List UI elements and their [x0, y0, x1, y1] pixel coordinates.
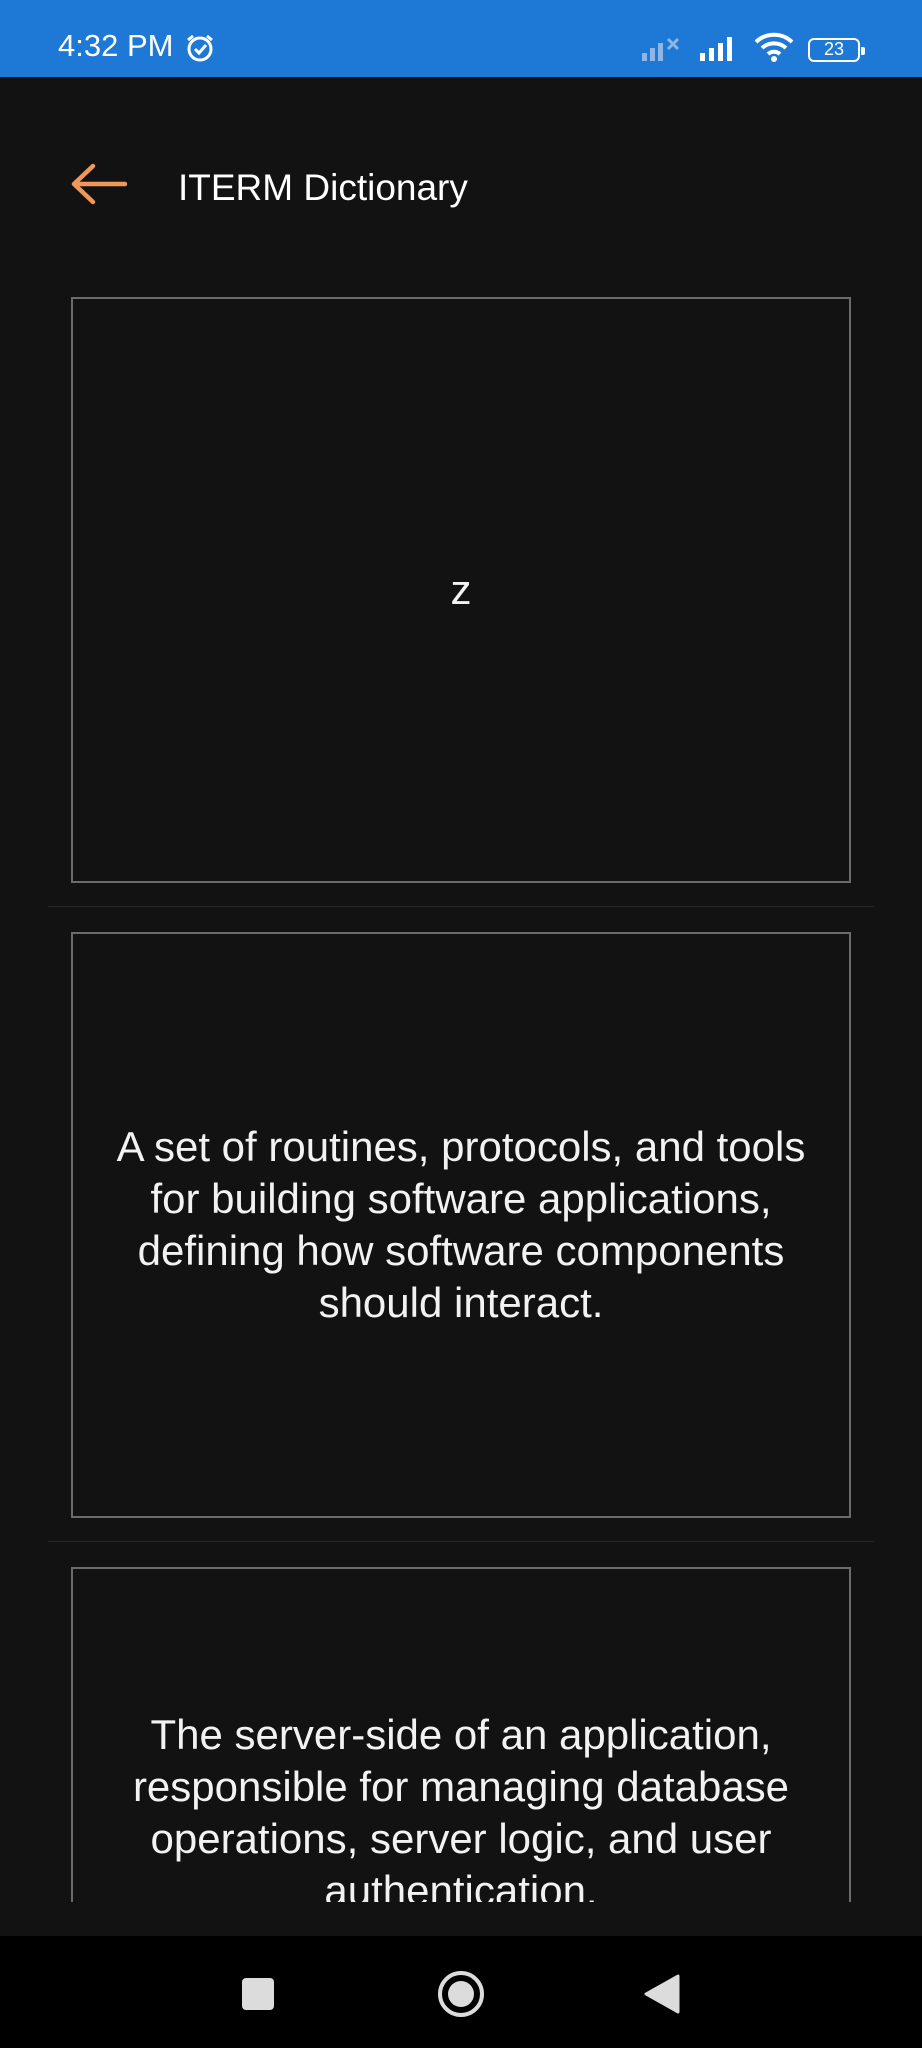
definition-card-text: The server-side of an application, respo… [132, 1711, 790, 1902]
definition-card[interactable]: The server-side of an application, respo… [71, 1567, 851, 1902]
definition-card[interactable]: A set of routines, protocols, and tools … [71, 932, 851, 1518]
term-list[interactable]: z A set of routines, protocols, and tool… [0, 0, 922, 1902]
system-back-button[interactable] [632, 1966, 692, 2026]
triangle-back-icon [644, 1974, 680, 2019]
square-icon [241, 1977, 275, 2016]
divider [48, 1541, 874, 1542]
term-card-text: z [450, 566, 472, 613]
divider [48, 906, 874, 907]
system-nav-bar [0, 1936, 922, 2048]
term-card[interactable]: z [71, 297, 851, 883]
definition-card-text: A set of routines, protocols, and tools … [116, 1123, 806, 1326]
circle-icon [437, 1970, 485, 2023]
recents-button[interactable] [228, 1966, 288, 2026]
home-button[interactable] [431, 1966, 491, 2026]
